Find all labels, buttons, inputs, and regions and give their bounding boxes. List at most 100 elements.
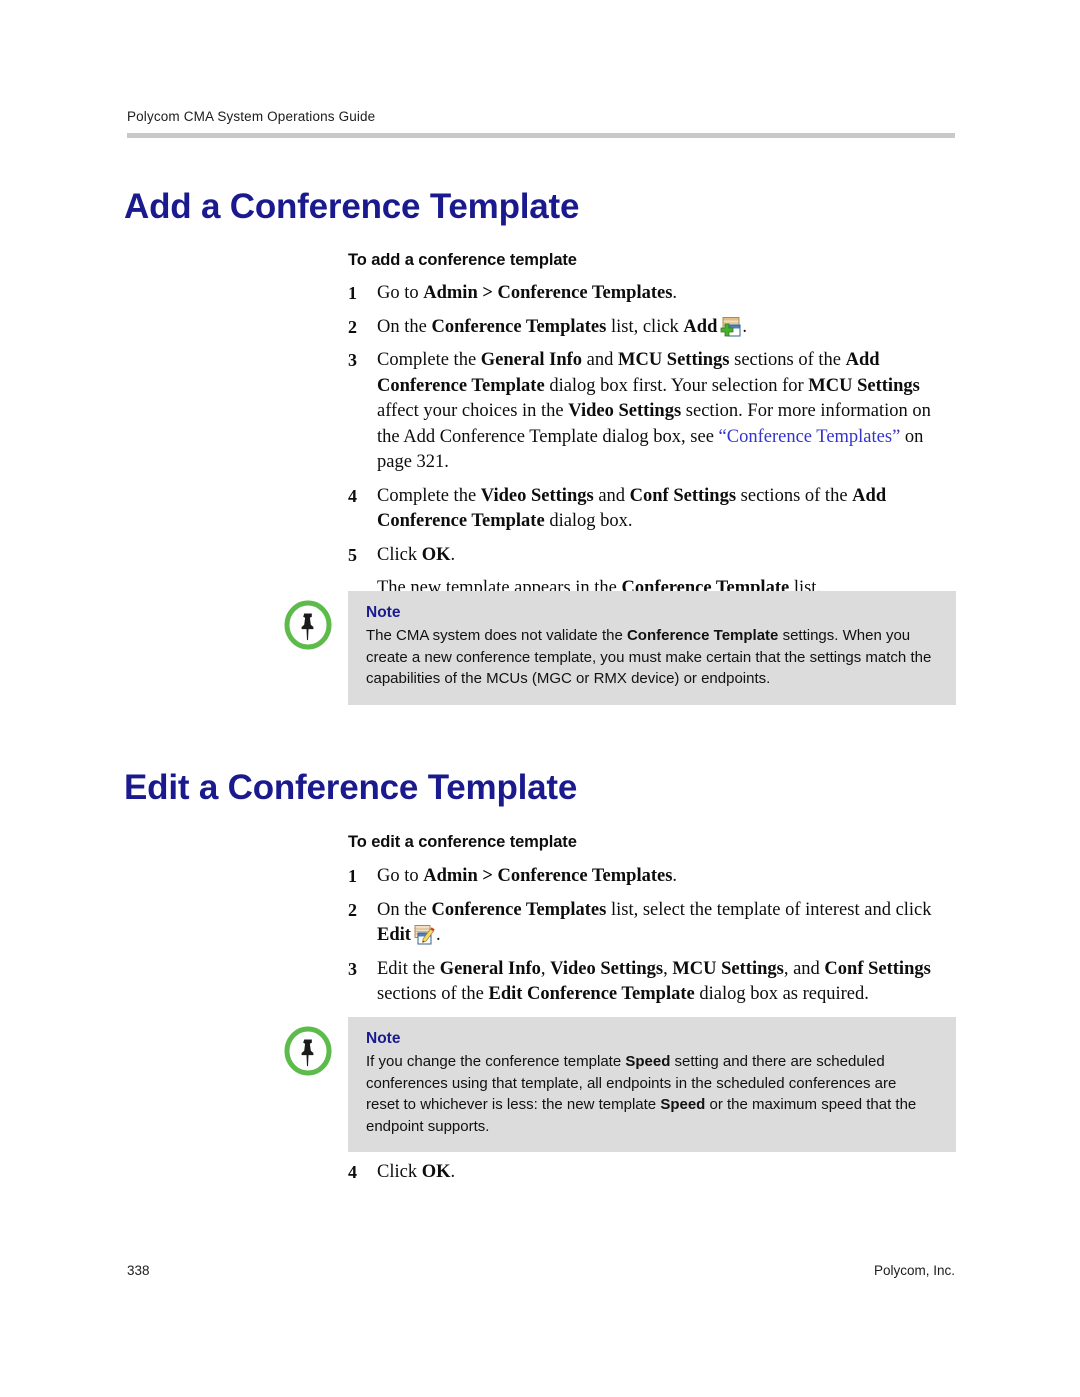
procedure-title-edit: To edit a conference template: [348, 833, 577, 851]
body-text: On the: [377, 316, 432, 337]
footer-company: Polycom, Inc.: [873, 1263, 955, 1278]
emphasis-text: Add: [683, 316, 718, 337]
step-number: 1: [348, 283, 357, 303]
emphasis-text: Speed: [660, 1096, 706, 1113]
step-body: Click OK.: [377, 543, 956, 569]
body-text: , and: [783, 958, 825, 979]
body-text: On the: [377, 899, 432, 920]
note-label: Note: [366, 1030, 401, 1047]
add-toolbar-icon[interactable]: [720, 316, 741, 337]
step-number: 4: [348, 485, 357, 506]
body-text: .: [435, 925, 441, 945]
procedure-step: 2 On the Conference Templates list, click…: [348, 315, 956, 341]
emphasis-text: General Info: [439, 958, 541, 979]
running-header: Polycom CMA System Operations Guide: [127, 109, 376, 124]
body-text: sections of the: [377, 984, 489, 1004]
section-heading-add-conference-template: Add a Conference Template: [124, 187, 580, 227]
body-text: list, click: [606, 316, 684, 337]
emphasis-text: Video Settings: [550, 958, 664, 979]
emphasis-text: OK: [421, 1162, 451, 1182]
step-number: 3: [348, 350, 357, 370]
body-text: .: [672, 283, 678, 303]
step-body: On the Conference Templates list, select…: [377, 898, 956, 949]
body-text: If you change the conference template: [366, 1053, 626, 1070]
step-number: 1: [348, 866, 357, 886]
edit-toolbar-icon[interactable]: [414, 925, 435, 945]
emphasis-text: Conference Template: [626, 627, 779, 644]
procedure-steps-edit: 1 Go to Admin > Conference Templates. 2 On …: [348, 864, 956, 1016]
step-number: 2: [348, 899, 357, 920]
body-text: and: [582, 350, 618, 370]
emphasis-text: Speed: [625, 1053, 671, 1070]
body-text: Click: [377, 1162, 422, 1182]
emphasis-text: Video Settings: [568, 401, 682, 421]
emphasis-text: Conf Settings: [629, 485, 737, 506]
body-text: affect your choices in the: [377, 401, 569, 421]
procedure-steps-edit-tail: 4 Click OK.: [348, 1160, 956, 1194]
body-text: dialog box.: [544, 511, 633, 531]
body-text: Complete the: [377, 485, 481, 506]
body-text: ,: [663, 958, 673, 979]
emphasis-text: Video Settings: [480, 485, 594, 506]
step-number: 4: [348, 1162, 357, 1182]
note-pushpin-icon: [283, 1026, 333, 1076]
body-text: list, select the template of interest an…: [606, 899, 932, 920]
note-label: Note: [366, 604, 401, 621]
footer-page-number: 338: [127, 1263, 150, 1278]
note-text: The CMA system does not validate the Con…: [366, 625, 932, 690]
step-number: 5: [348, 544, 357, 565]
emphasis-text: Edit: [377, 925, 411, 945]
body-text: Edit the: [377, 958, 440, 979]
body-text: dialog box as required.: [694, 984, 869, 1004]
procedure-step: 3 Edit the General Info, Video Settings, …: [348, 957, 956, 1008]
procedure-step: 3 Complete the General Info and MCU Setti…: [348, 348, 956, 476]
body-text: .: [672, 866, 678, 886]
emphasis-text: Conf Settings: [824, 958, 931, 979]
step-body: Click OK.: [377, 1160, 956, 1186]
body-text: dialog box first. Your selection for: [544, 375, 809, 396]
step-body: Go to Admin > Conference Templates.: [377, 864, 956, 890]
note-box-add: Note The CMA system does not validate th…: [348, 591, 956, 705]
body-text: Go to: [377, 866, 424, 886]
section-heading-edit-conference-template: Edit a Conference Template: [124, 768, 578, 808]
step-body: Complete the General Info and MCU Settin…: [377, 348, 956, 476]
body-text: sections of the: [729, 350, 846, 370]
body-text: Complete the: [377, 350, 481, 370]
procedure-title-add: To add a conference template: [348, 251, 577, 269]
document-page: Polycom CMA System Operations Guide Add …: [0, 0, 1080, 1397]
emphasis-text: MCU Settings: [618, 350, 730, 370]
body-text: sections of the: [736, 485, 853, 506]
step-body: Complete the Video Settings and Conf Set…: [377, 484, 956, 535]
note-text: If you change the conference template Sp…: [366, 1051, 932, 1137]
procedure-step: 4 Complete the Video Settings and Conf Se…: [348, 484, 956, 535]
emphasis-text: Conference Templates: [431, 316, 607, 337]
procedure-step: 5 Click OK.: [348, 543, 956, 569]
procedure-step: 2 On the Conference Templates list, selec…: [348, 898, 956, 949]
procedure-step: 1 Go to Admin > Conference Templates.: [348, 864, 956, 890]
step-number: 2: [348, 316, 357, 337]
step-body: Edit the General Info, Video Settings, M…: [377, 957, 956, 1008]
procedure-step: 4 Click OK.: [348, 1160, 956, 1186]
step-body: Go to Admin > Conference Templates.: [377, 281, 956, 307]
step-number: 3: [348, 958, 357, 979]
body-text: ,: [540, 958, 551, 979]
procedure-steps-add: 1 Go to Admin > Conference Templates. 2 On …: [348, 281, 956, 610]
emphasis-text: General Info: [480, 350, 583, 370]
emphasis-text: OK: [421, 544, 451, 565]
emphasis-text: MCU Settings: [672, 958, 784, 979]
note-pushpin-icon: [283, 600, 333, 650]
emphasis-text: Edit Conference Template: [488, 984, 695, 1004]
step-body: On the Conference Templates list, click …: [377, 315, 956, 341]
procedure-step: 1 Go to Admin > Conference Templates.: [348, 281, 956, 307]
body-text: and: [593, 485, 630, 506]
body-text: .: [450, 1162, 456, 1182]
emphasis-text: Admin > Conference Templates: [423, 866, 673, 886]
body-text: Go to: [377, 283, 424, 303]
body-text: Click: [377, 544, 422, 565]
header-rule: [127, 133, 955, 138]
body-text: .: [742, 316, 747, 337]
cross-reference-link[interactable]: “Conference Templates”: [719, 427, 901, 447]
note-box-edit: Note If you change the conference templa…: [348, 1017, 956, 1152]
body-text: The CMA system does not validate the: [366, 627, 627, 644]
body-text: .: [450, 544, 456, 565]
